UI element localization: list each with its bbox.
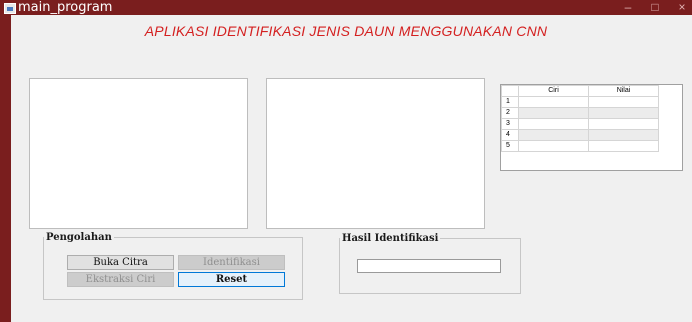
table-cell[interactable] [518,129,589,141]
table-cell[interactable] [518,96,589,108]
table-header-ciri: Ciri [518,85,589,97]
close-icon[interactable]: × [672,0,692,15]
table-cell[interactable] [588,118,659,130]
buka-citra-button[interactable]: Buka Citra [67,255,174,270]
app-window-icon [4,3,16,14]
ekstraksi-ciri-button[interactable]: Ekstraksi Ciri [67,272,174,287]
table-row-header: 3 [501,118,519,130]
table-corner [501,85,519,97]
table-row-header: 2 [501,107,519,119]
table-cell[interactable] [588,129,659,141]
table-cell[interactable] [588,107,659,119]
processed-image-axes [266,78,485,229]
identifikasi-button[interactable]: Identifikasi [178,255,285,270]
app-heading: APLIKASI IDENTIFIKASI JENIS DAUN MENGGUN… [144,23,548,39]
table-row-header: 4 [501,129,519,141]
hasil-identifikasi-field[interactable] [357,259,501,273]
maximize-icon[interactable]: □ [645,0,665,15]
table-row-header: 1 [501,96,519,108]
minimize-icon[interactable]: – [618,0,638,15]
hasil-identifikasi-title: Hasil Identifikasi [342,233,439,244]
reset-button[interactable]: Reset [178,272,285,287]
pengolahan-title: Pengolahan [46,232,112,243]
table-cell[interactable] [518,118,589,130]
input-image-axes [29,78,248,229]
table-cell[interactable] [518,107,589,119]
table-row-header: 5 [501,140,519,152]
table-cell[interactable] [588,96,659,108]
window-title: main_program [18,0,113,15]
feature-table[interactable]: Ciri Nilai 1 2 3 4 5 [500,84,683,171]
title-bar: main_program – □ × [0,0,692,15]
window-frame-left [0,15,11,322]
table-cell[interactable] [518,140,589,152]
table-header-nilai: Nilai [588,85,659,97]
table-cell[interactable] [588,140,659,152]
